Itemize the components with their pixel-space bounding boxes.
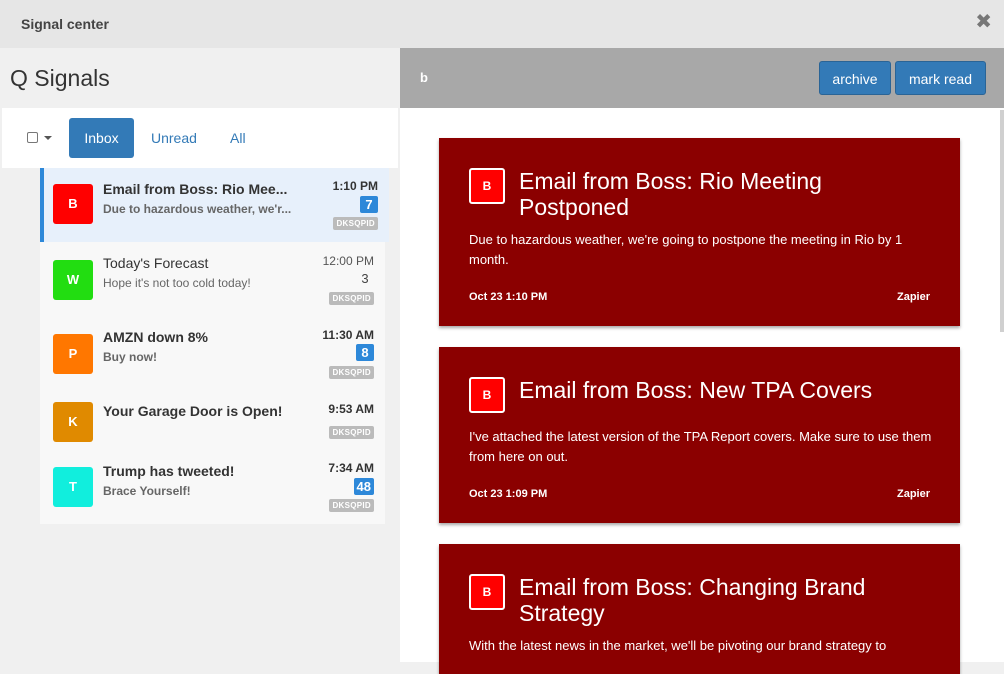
signal-card[interactable]: B Email from Boss: New TPA Covers I've a… — [439, 347, 960, 523]
item-tag: DKSQPID — [329, 426, 374, 439]
item-tag: DKSQPID — [333, 217, 378, 230]
list-item[interactable]: B Email from Boss: Rio Mee... Due to haz… — [40, 168, 389, 242]
card-title: Email from Boss: New TPA Covers — [519, 377, 873, 403]
archive-button[interactable]: archive — [819, 61, 891, 95]
item-time: 7:34 AM — [328, 461, 374, 475]
item-time: 12:00 PM — [322, 254, 374, 268]
signal-detail-pane: b archive mark read B Email from Boss: R… — [400, 48, 1004, 674]
window-title: Signal center — [21, 16, 109, 32]
signal-card[interactable]: B Email from Boss: Rio Meeting Postponed… — [439, 138, 960, 326]
scrollbar-thumb[interactable] — [1000, 110, 1004, 332]
unread-count: 3 — [361, 271, 369, 286]
item-time: 1:10 PM — [332, 179, 378, 193]
item-subtitle: Buy now! — [103, 350, 157, 364]
card-source: Zapier — [896, 488, 930, 500]
card-avatar: B — [469, 168, 505, 204]
unread-count-badge: 7 — [360, 196, 378, 213]
select-all-checkbox[interactable] — [27, 132, 38, 143]
list-item[interactable]: T Trump has tweeted! Brace Yourself! 7:3… — [40, 450, 385, 524]
list-item[interactable]: P AMZN down 8% Buy now! 11:30 AM 8 DKSQP… — [40, 316, 385, 390]
avatar: P — [53, 334, 93, 374]
item-tag: DKSQPID — [329, 292, 374, 305]
card-body: With the latest news in the market, we'l… — [469, 638, 887, 653]
item-tag: DKSQPID — [329, 499, 374, 512]
signal-list: B Email from Boss: Rio Mee... Due to haz… — [40, 168, 389, 524]
chevron-down-icon[interactable] — [44, 136, 52, 140]
filter-bar: Inbox Unread All — [2, 108, 398, 168]
item-title: AMZN down 8% — [103, 329, 208, 345]
item-subtitle: Brace Yourself! — [103, 484, 191, 498]
item-time: 9:53 AM — [328, 402, 374, 416]
title-bar: Signal center ✖ — [0, 0, 1004, 48]
tab-unread[interactable]: Unread — [151, 130, 197, 146]
card-date: Oct 23 1:10 PM — [469, 291, 548, 303]
card-avatar: B — [469, 574, 505, 610]
selected-label: b — [420, 70, 428, 85]
tab-all[interactable]: All — [230, 130, 246, 146]
card-title: Email from Boss: Changing Brand Strategy — [519, 574, 866, 626]
detail-toolbar: b archive mark read — [400, 48, 1004, 108]
item-title: Trump has tweeted! — [103, 463, 235, 479]
avatar: W — [53, 260, 93, 300]
item-title: Email from Boss: Rio Mee... — [103, 181, 288, 197]
item-time: 11:30 AM — [322, 328, 374, 342]
card-date: Oct 23 1:09 PM — [469, 488, 548, 500]
item-subtitle: Hope it's not too cold today! — [103, 276, 251, 290]
page-title: Q Signals — [10, 65, 110, 91]
avatar: K — [53, 402, 93, 442]
list-item[interactable]: K Your Garage Door is Open! 9:53 AM DKSQ… — [40, 390, 385, 450]
unread-count-badge: 8 — [356, 344, 374, 361]
card-source: Zapier — [896, 291, 930, 303]
item-title: Your Garage Door is Open! — [103, 403, 283, 419]
mark-read-button[interactable]: mark read — [895, 61, 986, 95]
close-icon[interactable]: ✖ — [975, 12, 992, 32]
card-body: Due to hazardous weather, we're going to… — [469, 232, 903, 267]
tab-inbox[interactable]: Inbox — [69, 118, 134, 158]
item-subtitle: Due to hazardous weather, we'r... — [103, 202, 292, 216]
signal-list-pane: Q Signals Inbox Unread All B Email from … — [0, 48, 400, 662]
list-item[interactable]: W Today's Forecast Hope it's not too col… — [40, 242, 385, 316]
item-title: Today's Forecast — [103, 255, 209, 271]
card-body: I've attached the latest version of the … — [469, 429, 932, 464]
avatar: T — [53, 467, 93, 507]
card-avatar: B — [469, 377, 505, 413]
signal-card[interactable]: B Email from Boss: Changing Brand Strate… — [439, 544, 960, 674]
item-tag: DKSQPID — [329, 366, 374, 379]
avatar: B — [53, 184, 93, 224]
unread-count-badge: 48 — [353, 478, 374, 495]
card-title: Email from Boss: Rio Meeting Postponed — [519, 168, 822, 220]
